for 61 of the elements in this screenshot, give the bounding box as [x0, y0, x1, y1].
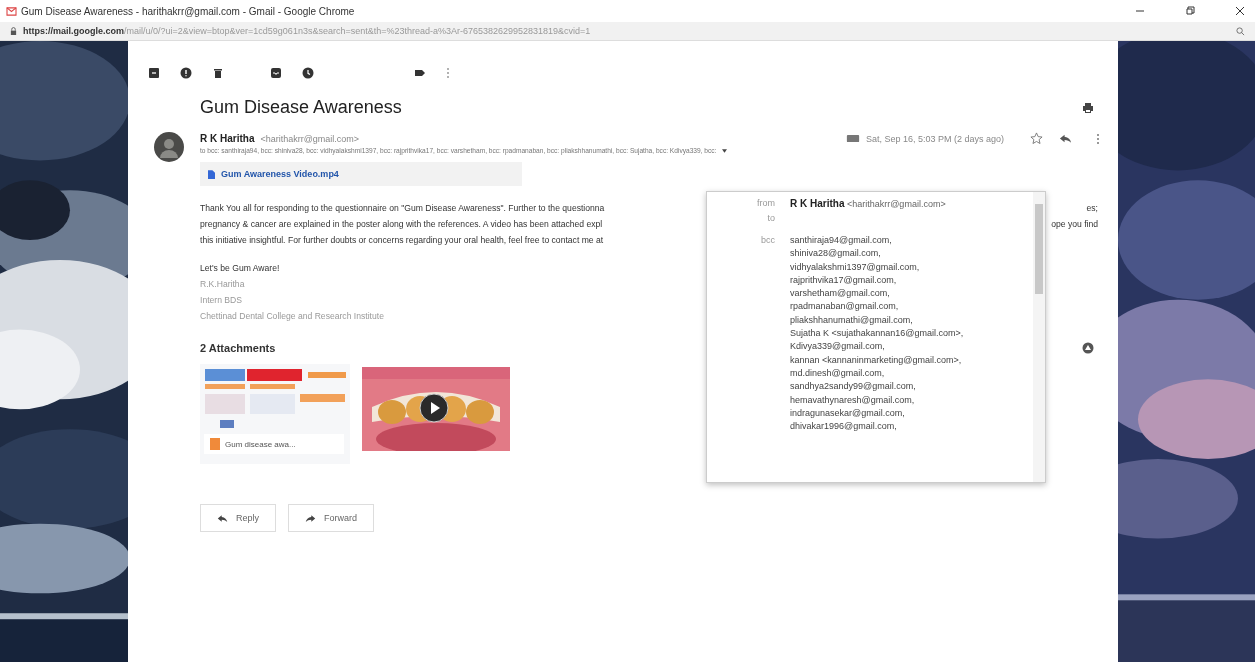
- recipient-address: md.dinesh@gmail.com,: [790, 367, 886, 378]
- body-text: es;: [1086, 202, 1098, 215]
- signature-line: Chettinad Dental College and Research Institute: [200, 310, 384, 323]
- sender-name: R K Haritha: [790, 198, 845, 209]
- field-label: to: [766, 213, 775, 223]
- recipient-address: indragunasekar@gmail.com,: [790, 407, 906, 418]
- drive-icon[interactable]: [1082, 342, 1094, 354]
- archive-icon[interactable]: [148, 67, 160, 79]
- dropdown-icon[interactable]: [722, 148, 728, 153]
- inbox-icon[interactable]: [270, 67, 282, 79]
- recipient-address: shiniva28@gmail.com,: [790, 248, 882, 259]
- closing-text: Let's be Gum Aware!: [200, 262, 280, 275]
- signature-line: Intern BDS: [200, 294, 243, 307]
- file-icon: [208, 169, 215, 179]
- scrollbar[interactable]: [1033, 192, 1045, 482]
- play-icon[interactable]: [419, 393, 449, 423]
- trash-icon[interactable]: [212, 67, 224, 79]
- body-text: Thank You all for responding to the questionnaire on "Gum Disease Awareness". Further to the questionna: [200, 202, 605, 215]
- body-text: ope you find: [1051, 218, 1098, 231]
- reply-icon[interactable]: [1059, 132, 1072, 145]
- search-icon[interactable]: [1236, 26, 1245, 36]
- close-button[interactable]: [1235, 6, 1245, 16]
- avatar: [154, 132, 184, 162]
- recipient-address: rpadmanaban@gmail.com,: [790, 301, 900, 312]
- recipient-address: vidhyalakshmi1397@gmail.com,: [790, 261, 921, 272]
- gmail-icon: [6, 6, 17, 16]
- recipient-address: kannan <kannaninmarketing@gmail.com>,: [790, 354, 963, 365]
- more-icon[interactable]: [1096, 132, 1100, 145]
- window-title: Gum Disease Awareness - harithakrr@gmail.com - Gmail - Google Chrome: [21, 5, 355, 17]
- reply-button[interactable]: Reply: [200, 504, 276, 532]
- recipient-address: varshetham@gmail.com,: [790, 288, 891, 299]
- recipient-address: santhiraja94@gmail.com,: [790, 235, 893, 245]
- recipient-address: Sujatha K <sujathakannan16@gmail.com>,: [790, 328, 965, 339]
- field-label: bcc: [760, 235, 775, 247]
- file-name: Gum disease awa...: [225, 439, 296, 449]
- print-icon[interactable]: [1082, 101, 1094, 114]
- email-subject: Gum Disease Awareness: [200, 97, 402, 118]
- recipient-address: Kdivya339@gmail.com,: [790, 341, 886, 352]
- signature-line: R.K.Haritha: [200, 278, 245, 291]
- body-text: pregnancy & cancer are explained in the poster along with the references. A video has been attached expl: [200, 218, 603, 231]
- label-icon[interactable]: [414, 67, 426, 79]
- attachment-chip[interactable]: Gum Awareness Video.mp4: [200, 162, 522, 186]
- recipient-address: dhivakar1996@gmail.com,: [790, 421, 898, 432]
- report-spam-icon[interactable]: [180, 67, 192, 79]
- lock-icon: [10, 26, 17, 36]
- sender-name: R K Haritha: [200, 133, 255, 144]
- clock-icon[interactable]: [302, 67, 314, 79]
- slides-file-icon: [210, 438, 220, 450]
- sender-email: <harithakrr@gmail.com>: [260, 133, 360, 144]
- star-icon[interactable]: [1030, 132, 1043, 145]
- attachments-heading: 2 Attachments: [200, 342, 276, 354]
- recipient-address: sandhya2sandy99@gmail.com,: [790, 381, 917, 392]
- recipient-address: hemavathynaresh@gmail.com,: [790, 394, 916, 405]
- email-date: Sat, Sep 16, 5:03 PM (2 days ago): [865, 133, 1004, 144]
- field-label: from: [756, 198, 775, 209]
- recipient-address: pliakshhanumathi@gmail.com,: [790, 314, 914, 325]
- sender-email: <harithakrr@gmail.com>: [846, 199, 946, 209]
- body-text: this initiative insightful. For further doubts or concerns regarding your oral health, feel free to contact me at: [200, 234, 604, 247]
- restore-button[interactable]: [1185, 6, 1195, 16]
- forward-button[interactable]: Forward: [288, 504, 375, 532]
- recipient-address: rajprithvika17@gmail.com,: [790, 274, 898, 285]
